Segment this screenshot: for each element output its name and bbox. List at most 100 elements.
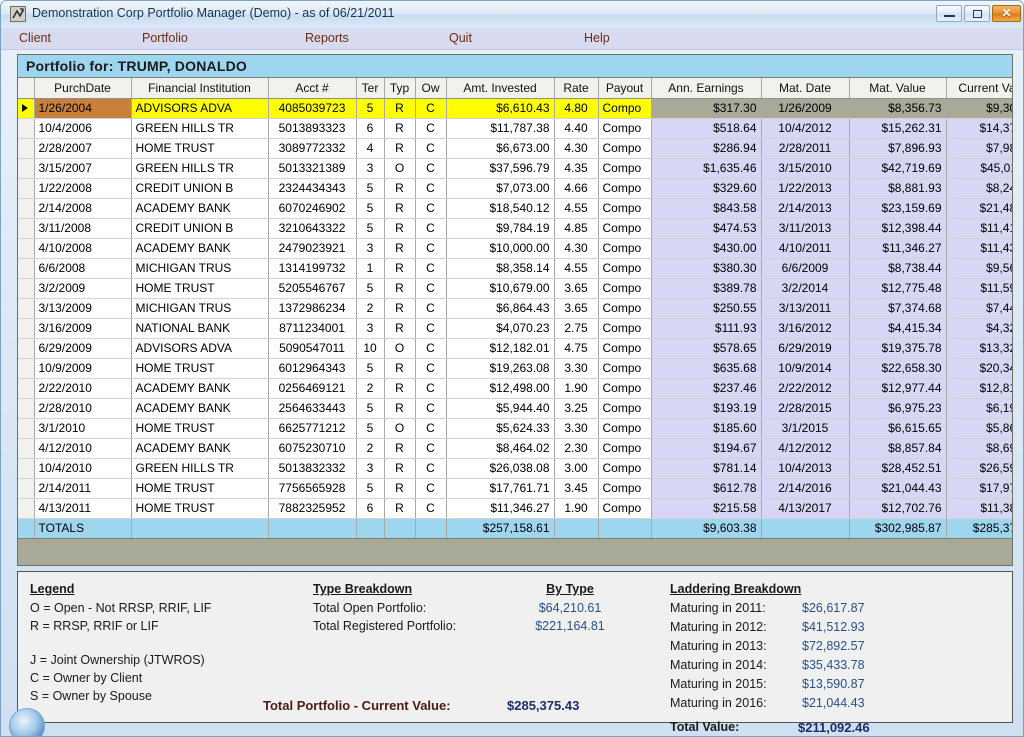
cell-institution[interactable]: ADVISORS ADVA	[131, 338, 269, 359]
column-header-current-value[interactable]: Current Value	[946, 78, 1012, 99]
cell-institution[interactable]: GREEN HILLS TR	[131, 118, 269, 139]
cell-mat-value[interactable]: $23,159.69	[849, 198, 947, 219]
cell-ow[interactable]: C	[415, 138, 447, 159]
cell-current-value[interactable]: $13,326.62	[946, 338, 1012, 359]
cell-amt-invested[interactable]: $12,182.01	[446, 338, 555, 359]
cell-ann-earnings[interactable]: $474.53	[651, 218, 762, 239]
cell-current-value[interactable]: $20,342.87	[946, 358, 1012, 379]
cell-ter[interactable]: 2	[356, 298, 385, 319]
cell-ter[interactable]: 3	[356, 458, 385, 479]
cell-mat-value[interactable]: $15,262.31	[849, 118, 947, 139]
cell-ow[interactable]: C	[415, 178, 447, 199]
cell-mat-value[interactable]: $28,452.51	[849, 458, 947, 479]
cell-mat-value[interactable]: $8,738.44	[849, 258, 947, 279]
column-header-typ[interactable]: Typ	[384, 78, 416, 99]
menu-item-portfolio[interactable]: Portfolio	[142, 31, 188, 45]
cell-mat-date[interactable]: 3/13/2011	[761, 298, 850, 319]
cell-rate[interactable]: 2.75	[554, 318, 599, 339]
cell-amt-invested[interactable]: $11,346.27	[446, 498, 555, 519]
cell-typ[interactable]: R	[384, 498, 416, 519]
cell-mat-value[interactable]: $8,881.93	[849, 178, 947, 199]
cell-amt-invested[interactable]: $6,610.43	[446, 98, 555, 119]
row-selector-cell[interactable]	[18, 418, 35, 439]
row-selector-cell[interactable]	[18, 258, 35, 279]
cell-acct[interactable]: 1372986234	[268, 298, 357, 319]
cell-mat-value[interactable]: $11,346.27	[849, 238, 947, 259]
cell-rate[interactable]: 4.75	[554, 338, 599, 359]
cell-typ[interactable]: R	[384, 478, 416, 499]
cell-rate[interactable]: 4.55	[554, 198, 599, 219]
cell-payout[interactable]: Compo	[598, 378, 652, 399]
table-row[interactable]: 3/1/2010 HOME TRUST 6625771212 5 O C $5,624.33…	[18, 418, 1012, 439]
table-row[interactable]: 1/26/2004 ADVISORS ADVA 4085039723 5 R C $6,61…	[18, 98, 1012, 119]
table-row[interactable]: 10/4/2006 GREEN HILLS TR 5013893323 6 R C $11,…	[18, 118, 1012, 139]
cell-typ[interactable]: R	[384, 198, 416, 219]
cell-institution[interactable]: HOME TRUST	[131, 138, 269, 159]
start-orb-icon[interactable]	[9, 708, 45, 736]
cell-payout[interactable]: Compo	[598, 418, 652, 439]
cell-typ[interactable]: R	[384, 458, 416, 479]
cell-ann-earnings[interactable]: $781.14	[651, 458, 762, 479]
column-header-mat-value[interactable]: Mat. Value	[849, 78, 947, 99]
table-row[interactable]: 1/22/2008 CREDIT UNION B 2324434343 5 R C $7,0…	[18, 178, 1012, 199]
cell-amt-invested[interactable]: $26,038.08	[446, 458, 555, 479]
cell-mat-value[interactable]: $19,375.78	[849, 338, 947, 359]
cell-purch-date[interactable]: 10/9/2009	[34, 358, 132, 379]
cell-current-value[interactable]: $11,591.33	[946, 278, 1012, 299]
cell-institution[interactable]: HOME TRUST	[131, 358, 269, 379]
cell-payout[interactable]: Compo	[598, 178, 652, 199]
row-selector-cell[interactable]	[18, 98, 35, 119]
cell-mat-value[interactable]: $7,896.93	[849, 138, 947, 159]
cell-payout[interactable]: Compo	[598, 118, 652, 139]
cell-purch-date[interactable]: 3/13/2009	[34, 298, 132, 319]
cell-mat-value[interactable]: $8,356.73	[849, 98, 947, 119]
cell-ter[interactable]: 6	[356, 498, 385, 519]
cell-mat-value[interactable]: $42,719.69	[849, 158, 947, 179]
cell-acct[interactable]: 5013321389	[268, 158, 357, 179]
cell-institution[interactable]: CREDIT UNION B	[131, 178, 269, 199]
row-selector-cell[interactable]	[18, 498, 35, 519]
cell-typ[interactable]: R	[384, 398, 416, 419]
cell-mat-date[interactable]: 6/6/2009	[761, 258, 850, 279]
row-selector-cell[interactable]	[18, 378, 35, 399]
cell-acct[interactable]: 5090547011	[268, 338, 357, 359]
cell-purch-date[interactable]: 4/10/2008	[34, 238, 132, 259]
cell-mat-date[interactable]: 4/12/2012	[761, 438, 850, 459]
cell-ann-earnings[interactable]: $250.55	[651, 298, 762, 319]
cell-ann-earnings[interactable]: $843.58	[651, 198, 762, 219]
cell-purch-date[interactable]: 3/2/2009	[34, 278, 132, 299]
row-selector-cell[interactable]	[18, 138, 35, 159]
row-selector-cell[interactable]	[18, 358, 35, 379]
cell-acct[interactable]: 2479023921	[268, 238, 357, 259]
cell-rate[interactable]: 4.80	[554, 98, 599, 119]
cell-mat-date[interactable]: 3/15/2010	[761, 158, 850, 179]
cell-mat-date[interactable]: 6/29/2019	[761, 338, 850, 359]
cell-ann-earnings[interactable]: $578.65	[651, 338, 762, 359]
cell-mat-date[interactable]: 3/1/2015	[761, 418, 850, 439]
cell-rate[interactable]: 4.30	[554, 138, 599, 159]
cell-amt-invested[interactable]: $8,358.14	[446, 258, 555, 279]
cell-payout[interactable]: Compo	[598, 98, 652, 119]
cell-mat-value[interactable]: $4,415.34	[849, 318, 947, 339]
cell-mat-date[interactable]: 2/28/2011	[761, 138, 850, 159]
cell-mat-date[interactable]: 2/14/2013	[761, 198, 850, 219]
cell-mat-date[interactable]: 10/4/2013	[761, 458, 850, 479]
cell-payout[interactable]: Compo	[598, 298, 652, 319]
cell-purch-date[interactable]: 1/26/2004	[34, 98, 132, 119]
cell-payout[interactable]: Compo	[598, 498, 652, 519]
cell-ow[interactable]: C	[415, 318, 447, 339]
cell-purch-date[interactable]: 2/28/2007	[34, 138, 132, 159]
cell-ow[interactable]: C	[415, 118, 447, 139]
table-row[interactable]: 3/11/2008 CREDIT UNION B 3210643322 5 R C $9,7…	[18, 218, 1012, 239]
row-selector-cell[interactable]	[18, 458, 35, 479]
cell-current-value[interactable]: $9,305.15	[946, 98, 1012, 119]
cell-rate[interactable]: 1.90	[554, 498, 599, 519]
close-button[interactable]: ✕	[992, 5, 1021, 22]
menu-item-help[interactable]: Help	[584, 31, 610, 45]
cell-purch-date[interactable]: 6/6/2008	[34, 258, 132, 279]
cell-amt-invested[interactable]: $9,784.19	[446, 218, 555, 239]
cell-ter[interactable]: 5	[356, 218, 385, 239]
cell-ann-earnings[interactable]: $518.64	[651, 118, 762, 139]
row-selector-cell[interactable]	[18, 218, 35, 239]
cell-ter[interactable]: 6	[356, 118, 385, 139]
